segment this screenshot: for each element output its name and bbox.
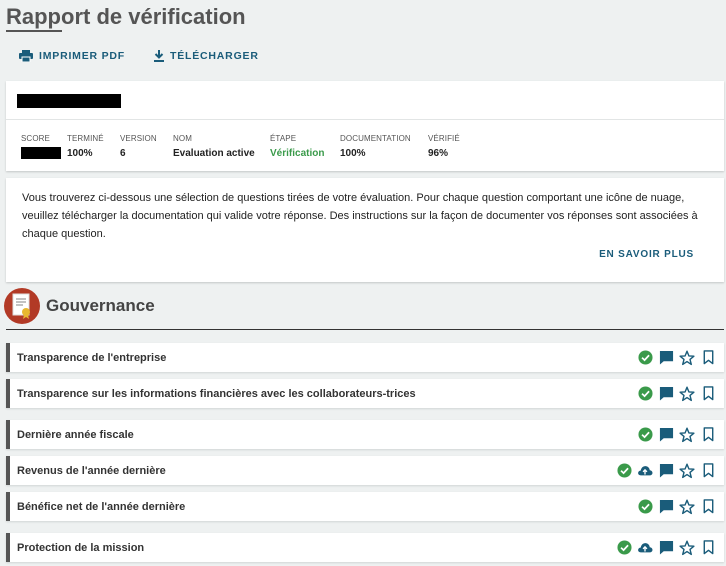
comment-icon[interactable] bbox=[658, 350, 674, 366]
cloud-upload-icon[interactable] bbox=[637, 463, 653, 479]
bookmark-icon[interactable] bbox=[700, 540, 716, 556]
question-label: Dernière année fiscale bbox=[17, 428, 134, 441]
stat-documentation: DOCUMENTATION 100% bbox=[340, 134, 411, 159]
star-icon[interactable] bbox=[679, 427, 695, 443]
bookmark-icon[interactable] bbox=[700, 427, 716, 443]
stat-label: TERMINÉ bbox=[67, 134, 104, 143]
question-row[interactable]: Protection de la mission bbox=[6, 533, 724, 562]
info-text: Vous trouverez ci-dessous une sélection … bbox=[22, 192, 698, 240]
bookmark-icon[interactable] bbox=[700, 463, 716, 479]
check-circle-icon bbox=[637, 427, 653, 443]
question-actions bbox=[616, 463, 724, 479]
section-title: Gouvernance bbox=[46, 296, 155, 315]
info-card: Vous trouverez ci-dessous une sélection … bbox=[6, 178, 724, 282]
redacted-assessment-name bbox=[17, 94, 121, 108]
question-row[interactable]: Transparence sur les informations financ… bbox=[6, 379, 724, 408]
question-label: Revenus de l'année dernière bbox=[17, 464, 166, 477]
stat-value: 96% bbox=[428, 148, 449, 159]
section-divider bbox=[6, 329, 724, 330]
comment-icon[interactable] bbox=[658, 499, 674, 515]
question-label: Transparence de l'entreprise bbox=[17, 351, 167, 364]
bookmark-icon[interactable] bbox=[700, 350, 716, 366]
question-actions bbox=[637, 427, 724, 443]
star-icon[interactable] bbox=[679, 499, 695, 515]
check-circle-icon bbox=[616, 463, 632, 479]
question-actions bbox=[637, 350, 724, 366]
bookmark-icon[interactable] bbox=[700, 386, 716, 402]
check-circle-icon bbox=[616, 540, 632, 556]
print-pdf-button[interactable]: IMPRIMER PDF bbox=[19, 50, 125, 62]
comment-icon[interactable] bbox=[658, 463, 674, 479]
question-label: Protection de la mission bbox=[17, 541, 145, 554]
question-label: Bénéfice net de l'année dernière bbox=[17, 500, 186, 513]
cloud-upload-icon[interactable] bbox=[637, 540, 653, 556]
download-label: TÉLÉCHARGER bbox=[170, 50, 259, 62]
star-icon[interactable] bbox=[679, 540, 695, 556]
star-icon[interactable] bbox=[679, 350, 695, 366]
question-actions bbox=[616, 540, 724, 556]
stat-value: 100% bbox=[67, 148, 93, 159]
question-actions bbox=[637, 499, 724, 515]
printer-icon bbox=[19, 50, 33, 62]
check-circle-icon bbox=[637, 499, 653, 515]
comment-icon[interactable] bbox=[658, 386, 674, 402]
question-row[interactable]: Revenus de l'année dernière bbox=[6, 456, 724, 485]
stat-value: Vérification bbox=[270, 148, 325, 159]
stat-label: VÉRIFIÉ bbox=[428, 134, 460, 143]
star-icon[interactable] bbox=[679, 386, 695, 402]
redacted-score-value bbox=[21, 147, 61, 159]
check-circle-icon bbox=[637, 350, 653, 366]
stat-label: NOM bbox=[173, 134, 192, 143]
stat-stage: ÉTAPE Vérification bbox=[270, 134, 324, 159]
stat-value: Evaluation active bbox=[173, 148, 255, 159]
star-icon[interactable] bbox=[679, 463, 695, 479]
comment-icon[interactable] bbox=[658, 427, 674, 443]
stat-score: SCORE bbox=[21, 134, 61, 159]
question-label: Transparence sur les informations financ… bbox=[17, 387, 416, 400]
check-circle-icon bbox=[637, 386, 653, 402]
stat-version: VERSION 6 bbox=[120, 134, 157, 159]
question-row[interactable]: Dernière année fiscale bbox=[6, 420, 724, 449]
page-title: Rapport de vérification bbox=[6, 4, 246, 29]
card-divider bbox=[6, 119, 724, 120]
stat-completed: TERMINÉ 100% bbox=[67, 134, 104, 159]
stat-verified: VÉRIFIÉ 96% bbox=[428, 134, 460, 159]
stat-value: 100% bbox=[340, 148, 366, 159]
stat-name: NOM Evaluation active bbox=[173, 134, 255, 159]
question-actions bbox=[637, 386, 724, 402]
stat-label: ÉTAPE bbox=[270, 134, 297, 143]
summary-card: SCORE TERMINÉ 100% VERSION 6 NOM Evaluat… bbox=[6, 81, 724, 171]
document-certificate-icon bbox=[4, 288, 40, 324]
bookmark-icon[interactable] bbox=[700, 499, 716, 515]
stat-value: 6 bbox=[120, 148, 126, 159]
stat-label: DOCUMENTATION bbox=[340, 134, 411, 143]
title-underline bbox=[6, 30, 62, 32]
question-row[interactable]: Transparence de l'entreprise bbox=[6, 343, 724, 372]
download-button[interactable]: TÉLÉCHARGER bbox=[154, 50, 259, 62]
download-icon bbox=[154, 50, 164, 62]
print-pdf-label: IMPRIMER PDF bbox=[39, 50, 126, 62]
learn-more-link[interactable]: EN SAVOIR PLUS bbox=[599, 249, 694, 260]
question-row[interactable]: Bénéfice net de l'année dernière bbox=[6, 492, 724, 521]
comment-icon[interactable] bbox=[658, 540, 674, 556]
stat-label: VERSION bbox=[120, 134, 157, 143]
stat-label: SCORE bbox=[21, 134, 50, 143]
